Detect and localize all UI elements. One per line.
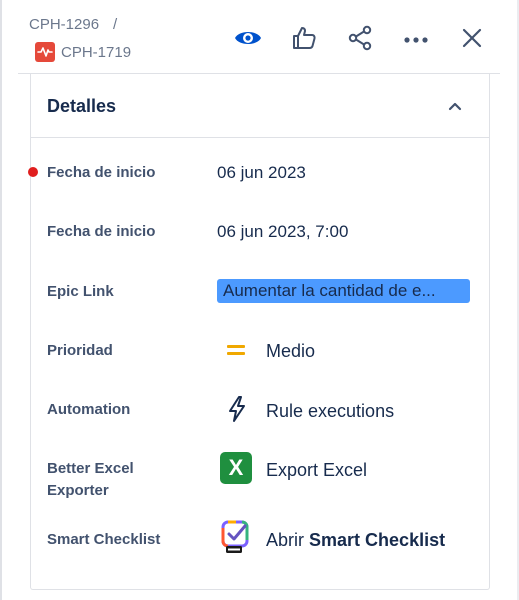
issue-header: CPH-1296 / CPH-1719 — [0, 0, 519, 72]
watch-button[interactable] — [232, 24, 264, 56]
checklist-link-name: Smart Checklist — [309, 530, 446, 550]
priority-bar-bottom — [227, 352, 245, 355]
child-issue-key[interactable]: CPH-1719 — [61, 44, 131, 61]
field-label-priority: Prioridad — [47, 342, 113, 359]
export-excel-link[interactable]: Export Excel — [266, 459, 367, 481]
smart-checklist-icon — [220, 520, 252, 554]
epic-link-lozenge[interactable]: Aumentar la cantidad de e... — [217, 279, 470, 303]
more-actions-button[interactable] — [400, 24, 432, 56]
parent-issue-key[interactable]: CPH-1296 — [29, 16, 99, 33]
checklist-link-prefix: Abrir — [266, 530, 305, 550]
details-panel: Detalles — [30, 74, 490, 590]
chevron-up-icon — [448, 102, 462, 111]
excel-icon-letter: X — [228, 455, 244, 480]
bug-issue-type-icon — [35, 42, 55, 62]
issue-toolbar — [232, 24, 488, 56]
open-smart-checklist-link[interactable]: Abrir Smart Checklist — [266, 529, 445, 551]
collapse-button[interactable] — [445, 96, 465, 116]
field-label-excel-line1: Better Excel — [47, 460, 134, 477]
priority-medium-icon — [219, 339, 251, 361]
field-label-automation: Automation — [47, 401, 131, 418]
vote-button[interactable] — [288, 24, 320, 56]
field-label-epic-link: Epic Link — [47, 283, 114, 300]
field-value-start-date[interactable]: 06 jun 2023 — [217, 162, 306, 184]
eye-icon — [233, 27, 263, 54]
field-value-start-datetime[interactable]: 06 jun 2023, 7:00 — [217, 221, 348, 243]
close-button[interactable] — [456, 24, 488, 56]
automation-rule-executions-link[interactable]: Rule executions — [266, 400, 394, 422]
breadcrumb-child[interactable]: CPH-1719 — [35, 42, 131, 62]
required-indicator — [28, 167, 38, 177]
details-title: Detalles — [47, 96, 117, 116]
priority-bar-top — [227, 345, 245, 348]
field-label-smart-checklist: Smart Checklist — [47, 531, 161, 548]
field-label-start-date: Fecha de inicio — [47, 164, 156, 181]
priority-value[interactable]: Medio — [266, 340, 315, 362]
excel-icon: X — [220, 452, 252, 484]
more-icon — [403, 31, 429, 49]
thumbs-up-icon — [291, 25, 317, 56]
field-label-excel-line2: Exporter — [47, 482, 109, 499]
close-icon — [461, 27, 483, 54]
lightning-bolt-icon — [224, 395, 250, 423]
field-label-start-datetime: Fecha de inicio — [47, 223, 156, 240]
details-panel-header[interactable]: Detalles — [31, 74, 489, 138]
share-icon — [347, 25, 373, 56]
share-button[interactable] — [344, 24, 376, 56]
breadcrumb-separator: / — [113, 16, 118, 33]
left-panel-border — [0, 0, 2, 600]
breadcrumb-parent[interactable]: CPH-1296 / — [29, 16, 117, 33]
